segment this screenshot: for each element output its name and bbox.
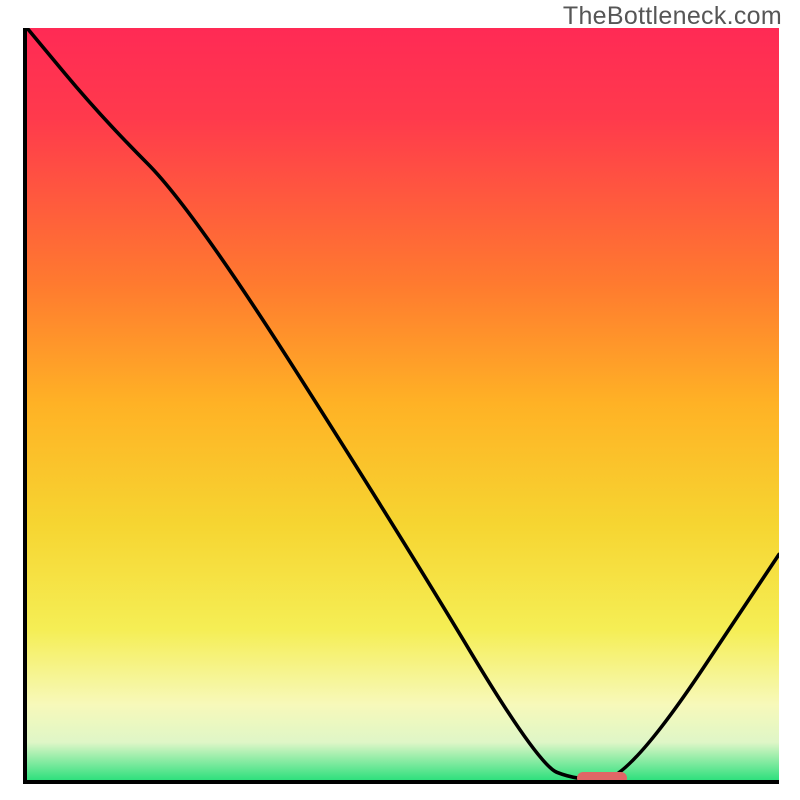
watermark-text: TheBottleneck.com: [563, 2, 782, 31]
chart-container: TheBottleneck.com: [0, 0, 800, 800]
gradient-rect: [27, 28, 779, 780]
chart-svg: [27, 28, 779, 780]
optimum-marker: [577, 772, 627, 780]
plot-area: [27, 28, 779, 780]
